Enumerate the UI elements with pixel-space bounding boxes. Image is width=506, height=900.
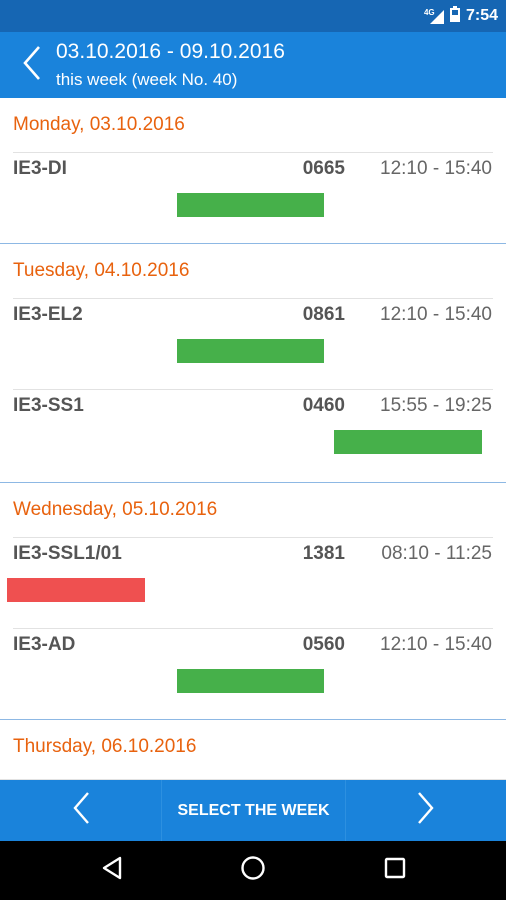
lesson-room: 0861 [302, 304, 345, 325]
lesson-room: 0560 [302, 634, 345, 655]
lesson-room: 1381 [302, 543, 345, 564]
day-section: Thursday, 06.10.2016 [0, 720, 506, 780]
day-title: Wednesday, 05.10.2016 [13, 499, 218, 520]
network-type-label: 4G [423, 8, 435, 17]
next-week-button[interactable] [346, 780, 506, 841]
system-home-button[interactable] [213, 841, 293, 900]
chevron-left-icon [22, 45, 42, 86]
triangle-back-icon [101, 856, 123, 885]
lesson-row[interactable]: IE3-SS1 0460 15:55 - 19:25 [13, 389, 493, 480]
day-section: Wednesday, 05.10.2016 IE3-SSL1/01 1381 0… [0, 483, 506, 720]
previous-week-button[interactable] [0, 780, 161, 841]
lesson-row[interactable]: IE3-SSL1/01 1381 08:10 - 11:25 [7, 537, 493, 628]
status-icons: 4G 7:54 [423, 5, 498, 27]
lesson-time: 12:10 - 15:40 [380, 634, 492, 655]
lesson-name: IE3-EL2 [13, 304, 83, 325]
time-bar [177, 193, 324, 217]
system-recents-button[interactable] [355, 841, 435, 900]
lesson-row[interactable]: IE3-EL2 0861 12:10 - 15:40 [13, 298, 493, 389]
lesson-room: 0460 [302, 395, 345, 416]
day-section: Tuesday, 04.10.2016 IE3-EL2 0861 12:10 -… [0, 244, 506, 483]
time-bar [7, 578, 145, 602]
chevron-left-icon [72, 791, 90, 830]
clock: 7:54 [465, 7, 498, 24]
lesson-time: 15:55 - 19:25 [380, 395, 492, 416]
time-bar [177, 669, 324, 693]
lesson-name: IE3-SSL1/01 [13, 543, 122, 564]
time-bar [177, 339, 324, 363]
week-subtitle: this week (week No. 40) [56, 70, 238, 89]
signal-icon: 4G [423, 8, 444, 24]
day-title: Tuesday, 04.10.2016 [13, 260, 190, 281]
week-navigation-bar: SELECT THE WEEK [0, 780, 506, 841]
back-button[interactable] [12, 42, 52, 88]
day-title: Monday, 03.10.2016 [13, 114, 185, 135]
time-bar [334, 430, 482, 454]
lesson-row[interactable]: IE3-DI 0665 12:10 - 15:40 [13, 152, 493, 243]
lesson-time: 12:10 - 15:40 [380, 158, 492, 179]
lesson-time: 08:10 - 11:25 [381, 543, 492, 564]
lesson-name: IE3-SS1 [13, 395, 84, 416]
app-header: 03.10.2016 - 09.10.2016 this week (week … [0, 32, 506, 98]
lesson-name: IE3-AD [13, 634, 76, 655]
system-navigation-bar [0, 841, 506, 900]
status-bar: 4G 7:54 [0, 0, 506, 32]
battery-icon [449, 5, 460, 27]
day-title: Thursday, 06.10.2016 [13, 736, 197, 757]
circle-home-icon [240, 855, 266, 886]
day-section: Monday, 03.10.2016 IE3-DI 0665 12:10 - 1… [0, 98, 506, 244]
lesson-room: 0665 [302, 158, 345, 179]
schedule-list[interactable]: Monday, 03.10.2016 IE3-DI 0665 12:10 - 1… [0, 98, 506, 780]
lesson-name: IE3-DI [13, 158, 67, 179]
square-recents-icon [384, 857, 406, 884]
lesson-time: 12:10 - 15:40 [380, 304, 492, 325]
select-week-button[interactable]: SELECT THE WEEK [161, 780, 346, 841]
system-back-button[interactable] [72, 841, 152, 900]
week-range-title: 03.10.2016 - 09.10.2016 [56, 40, 285, 63]
chevron-right-icon [417, 791, 435, 830]
lesson-row[interactable]: IE3-AD 0560 12:10 - 15:40 [13, 628, 493, 719]
